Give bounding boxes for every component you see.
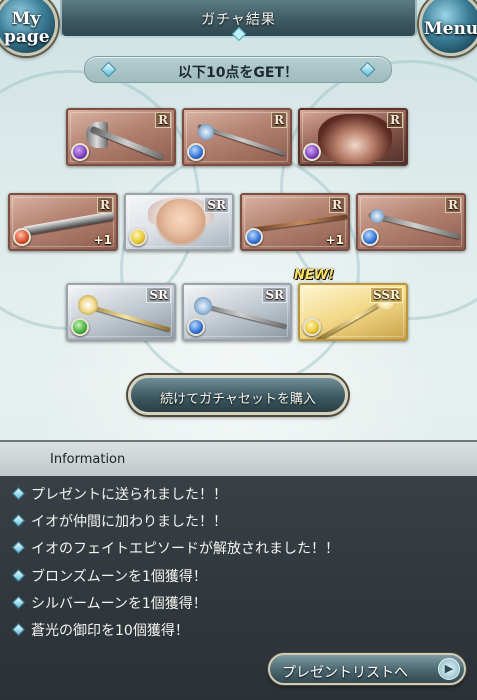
gacha-result-screen: ガチャ結果 My page Menu 以下10点をGET！ R R R R +1… [0, 0, 477, 700]
buy-gacha-set-label: 続けてガチャセットを購入 [160, 392, 316, 407]
diamond-bullet-icon [12, 487, 25, 500]
result-card-bow[interactable]: R +1 [240, 193, 350, 251]
light-element-icon [129, 228, 147, 246]
information-header: Information [0, 442, 477, 476]
rarity-badge: R [155, 112, 171, 128]
buy-gacha-set-button[interactable]: 続けてガチャセットを購入 [128, 375, 348, 415]
present-list-label: プレゼントリストへ [282, 665, 408, 681]
result-card-axe[interactable]: R [66, 108, 176, 166]
banner-text: 以下10点をGET！ [177, 65, 299, 81]
header-bar: ガチャ結果 [60, 0, 417, 42]
rarity-badge: SR [262, 287, 287, 303]
list-item: イオが仲間に加わりました！！ [12, 511, 227, 533]
dark-element-icon [71, 143, 89, 161]
result-banner: 以下10点をGET！ [84, 56, 392, 83]
mypage-button[interactable]: My page [0, 0, 58, 56]
info-text: プレゼントに送られました！！ [31, 487, 227, 503]
new-badge: NEW! [294, 268, 335, 283]
rarity-badge: R [271, 112, 287, 128]
fire-element-icon [13, 228, 31, 246]
diamond-bullet-icon [12, 596, 25, 609]
menu-label: Menu [423, 19, 477, 39]
rarity-badge: R [329, 197, 345, 213]
rarity-badge: SR [146, 287, 171, 303]
staff-head-icon [370, 209, 384, 223]
wind-element-icon [71, 318, 89, 336]
result-card-staff[interactable]: R [356, 193, 466, 251]
water-element-icon [187, 143, 205, 161]
result-card-staff[interactable]: SR [66, 283, 176, 341]
info-text: シルバームーンを1個獲得！ [31, 596, 207, 612]
character-portrait-icon [156, 199, 206, 249]
gem-icon [231, 26, 246, 42]
info-text: イオが仲間に加わりました！！ [31, 514, 227, 530]
diamond-bullet-icon [12, 514, 25, 527]
result-card-character[interactable]: SR [124, 193, 234, 251]
result-card-summon[interactable]: R [298, 108, 408, 166]
result-card-staff[interactable]: R [182, 108, 292, 166]
light-element-icon [303, 318, 321, 336]
rarity-badge: SR [204, 197, 229, 213]
menu-button[interactable]: Menu [419, 0, 477, 56]
staff-head-icon [194, 297, 212, 315]
mypage-label: My page [4, 9, 50, 47]
water-element-icon [245, 228, 263, 246]
plus-bonus: +1 [325, 233, 344, 247]
diamond-bullet-icon [12, 541, 25, 554]
info-text: 蒼光の御印を10個獲得！ [31, 623, 189, 639]
information-title: Information [50, 452, 126, 467]
rarity-badge: R [445, 197, 461, 213]
rarity-badge: R [97, 197, 113, 213]
plus-bonus: +1 [93, 233, 112, 247]
list-item: プレゼントに送られました！！ [12, 484, 227, 506]
rarity-badge: SSR [369, 287, 403, 303]
info-text: イオのフェイトエピソードが解放されました！！ [31, 541, 339, 557]
staff-head-icon [78, 295, 98, 315]
list-item: シルバームーンを1個獲得！ [12, 593, 207, 615]
rarity-badge: R [387, 112, 403, 128]
water-element-icon [361, 228, 379, 246]
diamond-bullet-icon [12, 623, 25, 636]
result-card-staff[interactable]: SR [182, 283, 292, 341]
list-item: ブロンズムーンを1個獲得！ [12, 566, 207, 588]
present-list-button[interactable]: プレゼントリストへ ▶ [268, 653, 466, 685]
list-item: 蒼光の御印を10個獲得！ [12, 620, 189, 642]
summon-portrait-icon [318, 114, 392, 164]
list-item: イオのフェイトエピソードが解放されました！！ [12, 538, 339, 560]
result-card-sword[interactable]: R +1 [8, 193, 118, 251]
diamond-bullet-icon [12, 569, 25, 582]
staff-head-icon [198, 124, 214, 140]
dark-element-icon [303, 143, 321, 161]
water-element-icon [187, 318, 205, 336]
result-card-staff[interactable]: SSR [298, 283, 408, 341]
play-arrow-icon: ▶ [438, 658, 460, 680]
info-text: ブロンズムーンを1個獲得！ [31, 569, 207, 585]
